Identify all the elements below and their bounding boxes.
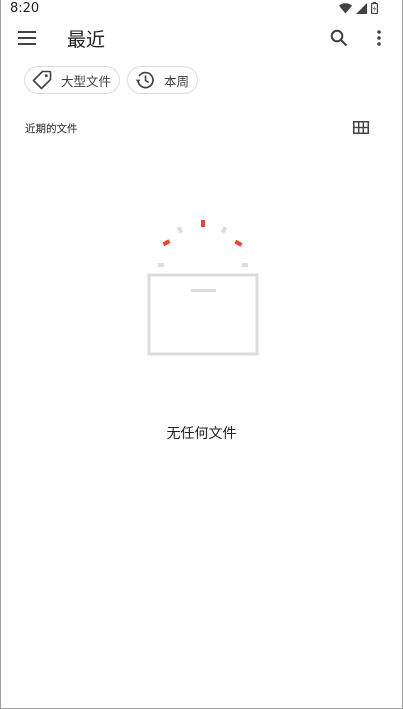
tag-icon <box>31 69 53 91</box>
wifi-icon <box>339 2 352 14</box>
recent-files-screen: 8:20 最近 大型文件 本周 近期的文件 无任何文件 <box>0 0 403 709</box>
hamburger-menu-icon[interactable] <box>15 26 39 50</box>
signal-icon <box>356 2 367 14</box>
empty-state-message: 无任何文件 <box>166 426 237 442</box>
status-icons <box>339 2 402 14</box>
more-vert-icon[interactable] <box>367 26 391 50</box>
history-icon <box>134 69 156 91</box>
page-title: 最近 <box>67 29 106 51</box>
app-bar: 最近 <box>1 16 402 62</box>
chip-this-week[interactable]: 本周 <box>127 66 198 94</box>
grid-view-icon[interactable] <box>351 118 371 136</box>
empty-box-illustration <box>141 213 265 363</box>
search-icon[interactable] <box>327 26 351 50</box>
battery-icon <box>371 2 378 14</box>
status-time: 8:20 <box>10 0 40 16</box>
status-bar: 8:20 <box>1 0 402 16</box>
section-title: 近期的文件 <box>25 123 78 135</box>
chip-label: 大型文件 <box>61 73 112 89</box>
chip-large-files[interactable]: 大型文件 <box>24 66 120 94</box>
chip-label: 本周 <box>164 73 190 89</box>
